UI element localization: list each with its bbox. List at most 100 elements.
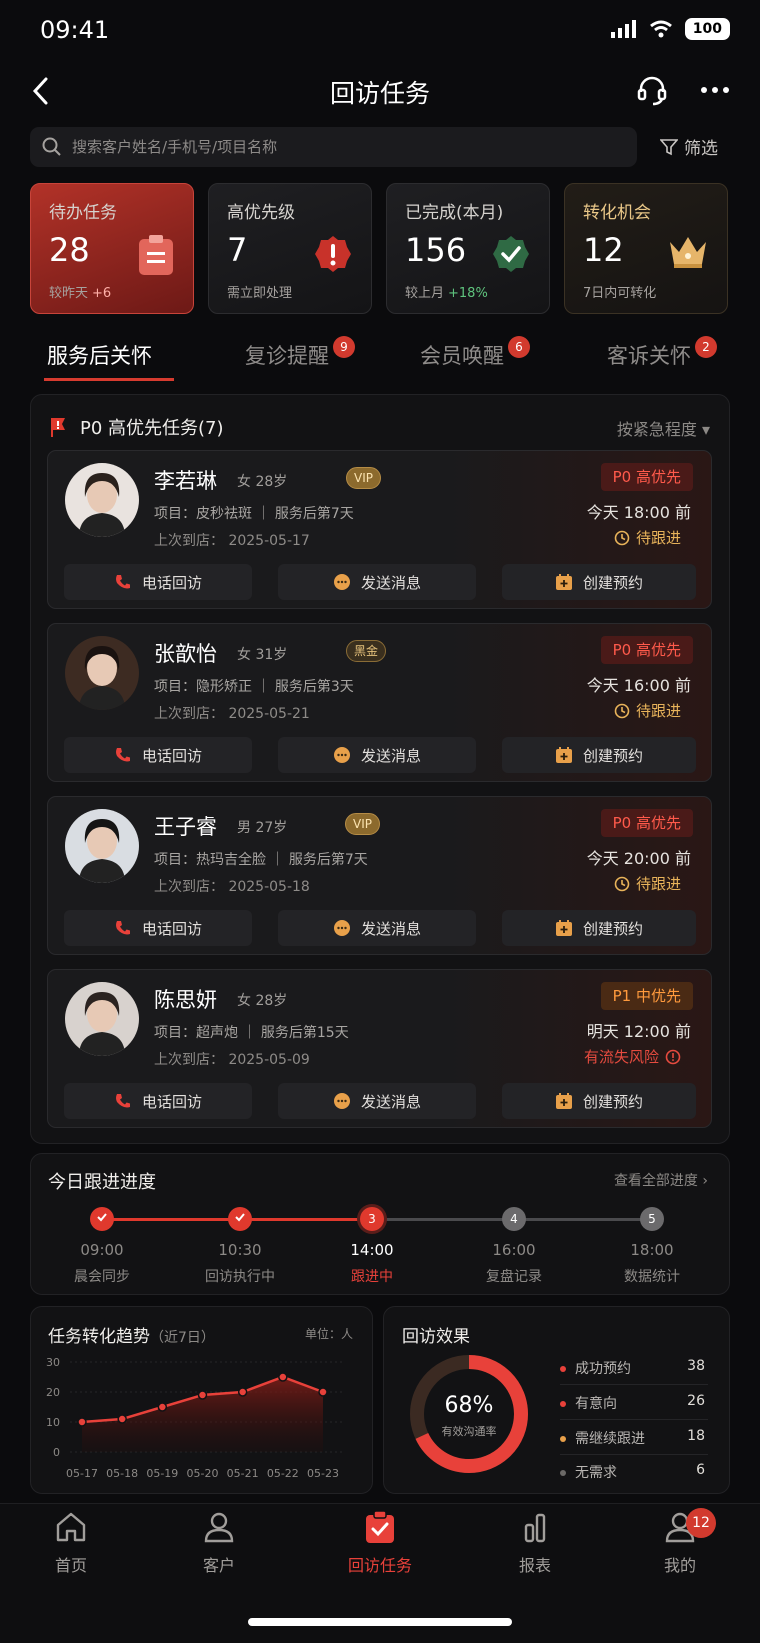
follow-state: 待跟进 (614, 527, 681, 548)
customer-gender-age: 男 27岁 (237, 820, 288, 836)
project-info: 项目：热玛吉全脸 ｜ 服务后第7天 (154, 852, 368, 868)
call-button[interactable]: 电话回访 (64, 737, 252, 773)
headset-icon[interactable] (636, 74, 668, 106)
avatar (65, 636, 139, 710)
last-visit: 上次到店： 2025-05-17 (154, 533, 310, 549)
user-icon (204, 1512, 234, 1543)
tab-badge: 2 (695, 336, 717, 358)
project-info: 项目：隐形矫正 ｜ 服务后第3天 (154, 679, 354, 695)
tab-complaint-care[interactable]: 客诉关怀 2 (607, 336, 717, 370)
task-card[interactable]: 王子睿 男 27岁 VIP 项目：热玛吉全脸 ｜ 服务后第7天 上次到店： 20… (47, 796, 712, 955)
customer-gender-age: 女 31岁 (237, 647, 288, 663)
legend-count: 26 (687, 1393, 705, 1409)
trend-title: 任务转化趋势（近7日） (48, 1327, 215, 1347)
message-button[interactable]: 发送消息 (278, 1083, 476, 1119)
last-visit: 上次到店： 2025-05-09 (154, 1052, 310, 1068)
legend-dot (560, 1470, 566, 1476)
due-time: 今天 18:00 前 (586, 503, 691, 522)
tab-home[interactable]: 首页 (16, 1510, 126, 1576)
status-time: 09:41 (40, 16, 110, 44)
tab-revisit-tasks[interactable]: 回访任务 (325, 1510, 435, 1576)
create-appointment-button[interactable]: 创建预约 (502, 1083, 696, 1119)
message-button[interactable]: 发送消息 (278, 910, 476, 946)
tab-revisit-reminder[interactable]: 复诊提醒 9 (245, 336, 355, 370)
progress-step-label: 复盘记录 (486, 1269, 542, 1285)
tab-reports[interactable]: 报表 (480, 1510, 590, 1576)
stat-label: 已完成(本月) (405, 203, 504, 223)
last-visit: 上次到店： 2025-05-18 (154, 879, 310, 895)
message-button[interactable]: 发送消息 (278, 564, 476, 600)
y-tick-label: 30 (46, 1356, 60, 1369)
project-info: 项目：皮秒祛斑 ｜ 服务后第7天 (154, 506, 354, 522)
stat-sub: 7日内可转化 (583, 286, 657, 301)
urgent-flag-icon (51, 418, 65, 437)
tab-customers[interactable]: 客户 (164, 1510, 274, 1576)
effect-legend-item: 需继续跟进 18 (560, 1428, 705, 1448)
call-button[interactable]: 电话回访 (64, 1083, 252, 1119)
progress-title: 今日跟进进度 (48, 1172, 156, 1193)
task-card[interactable]: 张歆怡 女 31岁 黑金 项目：隐形矫正 ｜ 服务后第3天 上次到店： 2025… (47, 623, 712, 782)
stat-label: 待办任务 (49, 203, 117, 223)
chevron-right-icon: › (702, 1173, 708, 1189)
trend-area (82, 1377, 323, 1452)
clipboard-icon (139, 235, 173, 275)
customer-gender-age: 女 28岁 (237, 474, 288, 490)
legend-count: 38 (687, 1358, 705, 1374)
create-appointment-button[interactable]: 创建预约 (502, 737, 696, 773)
chat-icon (333, 920, 350, 936)
follow-state: 待跟进 (614, 873, 681, 894)
sort-dropdown[interactable]: 按紧急程度 ▾ (617, 416, 710, 440)
x-tick-label: 05-23 (307, 1467, 339, 1480)
search-input[interactable] (72, 138, 612, 156)
progress-step-time: 10:30 (218, 1241, 262, 1259)
stat-conversion[interactable]: 转化机会 12 7日内可转化 (564, 183, 728, 314)
crown-icon (670, 237, 706, 268)
stat-high-priority[interactable]: 高优先级 7 需立即处理 (208, 183, 372, 314)
call-button[interactable]: 电话回访 (64, 910, 252, 946)
nav-bar: 回访任务 (0, 60, 760, 120)
progress-step-label: 回访执行中 (205, 1269, 275, 1285)
more-icon[interactable] (700, 86, 730, 94)
task-card[interactable]: 陈思妍 女 28岁 项目：超声炮 ｜ 服务后第15天 上次到店： 2025-05… (47, 969, 712, 1128)
create-appointment-button[interactable]: 创建预约 (502, 910, 696, 946)
legend-dot (560, 1436, 566, 1442)
task-panel-title: P0 高优先任务(7) (48, 414, 224, 440)
member-tag: VIP (345, 813, 380, 835)
progress-step-time: 16:00 (492, 1241, 536, 1259)
filter-label: 筛选 (684, 139, 718, 159)
progress-step-label: 晨会同步 (74, 1269, 130, 1285)
stat-label: 高优先级 (227, 203, 295, 223)
customer-name: 李若琳 (154, 469, 217, 493)
x-tick-label: 05-22 (267, 1467, 299, 1480)
create-appointment-button[interactable]: 创建预约 (502, 564, 696, 600)
stat-sub: 需立即处理 (227, 286, 293, 301)
view-all-progress-link[interactable]: 查看全部进度 › (614, 1170, 708, 1190)
status-bar: 09:41 100 (0, 0, 760, 60)
call-button[interactable]: 电话回访 (64, 564, 252, 600)
priority-badge: P0 高优先 (600, 809, 693, 837)
message-button[interactable]: 发送消息 (278, 737, 476, 773)
filter-button[interactable]: 筛选 (660, 134, 718, 159)
notification-badge: 12 (686, 1508, 716, 1538)
legend-count: 6 (696, 1462, 705, 1478)
category-tabs: 服务后关怀 复诊提醒 9 会员唤醒 6 客诉关怀 2 (0, 330, 760, 381)
x-tick-label: 05-20 (187, 1467, 219, 1480)
tab-member-wakeup[interactable]: 会员唤醒 6 (420, 336, 530, 370)
progress-step-dot: 5 (640, 1207, 664, 1231)
tab-after-service[interactable]: 服务后关怀 (47, 340, 152, 370)
stat-sub: 较上月 +18% (405, 286, 488, 301)
progress-step-label: 跟进中 (351, 1269, 393, 1285)
filter-icon (660, 138, 678, 155)
trend-point (318, 1387, 328, 1397)
progress-step-dot: 4 (502, 1207, 526, 1231)
phone-icon (115, 575, 130, 589)
stat-completed[interactable]: 已完成(本月) 156 较上月 +18% (386, 183, 550, 314)
trend-unit: 单位：人 (305, 1327, 354, 1341)
avatar (65, 463, 139, 537)
task-card[interactable]: 李若琳 女 28岁 VIP 项目：皮秒祛斑 ｜ 服务后第7天 上次到店： 202… (47, 450, 712, 609)
phone-icon (115, 748, 130, 762)
tab-me[interactable]: 我的 (625, 1510, 735, 1576)
clock-icon (614, 530, 630, 545)
stat-pending[interactable]: 待办任务 28 较昨天 +6 (30, 183, 194, 314)
priority-badge: P0 高优先 (600, 463, 693, 491)
